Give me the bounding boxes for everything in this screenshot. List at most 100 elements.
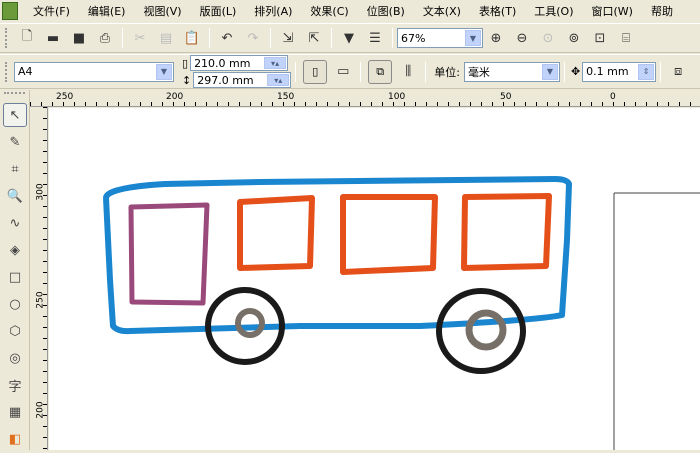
- application-launcher-icon[interactable]: ▼: [338, 27, 360, 49]
- bus-window: [128, 202, 210, 306]
- vertical-ruler[interactable]: 300 250 200: [30, 107, 48, 450]
- page-height-input[interactable]: 297.0 mm ▾▴: [193, 72, 292, 88]
- toolbox-grip[interactable]: [4, 92, 25, 100]
- all-pages-icon: ⧉: [376, 64, 385, 78]
- ruler-label: 50: [500, 92, 512, 102]
- new-icon[interactable]: 🗋: [16, 27, 38, 49]
- zoom-level-select[interactable]: 67% ▼: [397, 28, 483, 48]
- portrait-button[interactable]: ▯: [303, 59, 328, 84]
- divider: [660, 61, 662, 82]
- unit-value: 毫米: [467, 65, 490, 79]
- menu-layout[interactable]: 版面(L): [191, 3, 246, 19]
- ruler-ticks: [30, 102, 700, 106]
- current-page-button[interactable]: ⫼: [397, 61, 419, 83]
- zoom-width-icon[interactable]: ⌸: [615, 27, 637, 49]
- menu-bitmaps[interactable]: 位图(B): [358, 3, 414, 19]
- zoom-all-icon[interactable]: ⊚: [563, 27, 585, 49]
- menu-effects[interactable]: 效果(C): [301, 3, 357, 19]
- menu-arrange[interactable]: 排列(A): [245, 3, 301, 19]
- unit-select[interactable]: 毫米 ▼: [463, 61, 560, 82]
- divider: [563, 61, 565, 82]
- horizontal-ruler[interactable]: 250 200 150 100 50 0: [30, 90, 700, 107]
- menu-text[interactable]: 文本(X): [414, 3, 470, 19]
- page-dimensions: ▯ 210.0 mm ▾▴ ↕ 297.0 mm ▾▴: [182, 55, 292, 88]
- unit-label: 单位:: [434, 65, 460, 79]
- menu-view[interactable]: 视图(V): [134, 3, 190, 19]
- zoom-level-value: 67%: [401, 31, 426, 45]
- wheel-hub: [235, 308, 265, 338]
- ruler-label: 0: [610, 92, 616, 102]
- page-size-select[interactable]: A4 ▼: [14, 61, 174, 82]
- menu-table[interactable]: 表格(T): [470, 3, 525, 19]
- spinner-icon[interactable]: ⇕: [638, 63, 655, 80]
- app-icon[interactable]: [2, 2, 18, 20]
- chevron-down-icon[interactable]: ▼: [541, 63, 558, 80]
- menu-help[interactable]: 帮助: [642, 3, 682, 19]
- interactive-blend-tool-icon[interactable]: ◧: [3, 427, 27, 451]
- divider: [270, 28, 271, 48]
- zoom-in-icon[interactable]: ⊕: [485, 27, 507, 49]
- text-tool-icon[interactable]: 字: [3, 373, 27, 397]
- width-icon: ▯: [182, 56, 189, 70]
- height-icon: ↕: [182, 73, 192, 87]
- ruler-ticks: [43, 107, 47, 450]
- divider: [295, 61, 297, 82]
- spinner-icon[interactable]: ▾▴: [267, 74, 290, 86]
- import-icon[interactable]: ⇲: [277, 27, 299, 49]
- rectangle-tool-icon[interactable]: □: [3, 265, 27, 289]
- copy-icon[interactable]: ▤: [155, 27, 177, 49]
- toolbar-grip[interactable]: [5, 61, 9, 82]
- landscape-button[interactable]: ▭: [332, 61, 354, 83]
- undo-icon[interactable]: ↶: [216, 27, 238, 49]
- bus-wheel: [436, 288, 526, 374]
- shape-tool-icon[interactable]: ✎: [3, 130, 27, 154]
- menu-edit[interactable]: 编辑(E): [79, 3, 135, 19]
- smart-fill-tool-icon[interactable]: ◈: [3, 238, 27, 262]
- crop-tool-icon[interactable]: ⌗: [3, 157, 27, 181]
- wheel-hub: [465, 309, 507, 351]
- standard-toolbar: 🗋 ▬ ■ ⎙ ✂ ▤ 📋 ↶ ↷ ⇲ ⇱ ▼ ☰ 67% ▼ ⊕ ⊖ ⊙ ⊚ …: [0, 23, 700, 53]
- bus-window: [237, 195, 315, 271]
- polygon-tool-icon[interactable]: ⬡: [3, 319, 27, 343]
- bus-drawing: [103, 176, 700, 450]
- paste-icon[interactable]: 📋: [181, 27, 203, 49]
- page-width-input[interactable]: 210.0 mm ▾▴: [190, 55, 289, 71]
- chevron-down-icon[interactable]: ▼: [156, 63, 172, 80]
- toolbar-grip[interactable]: [5, 28, 9, 48]
- zoom-out-icon[interactable]: ⊖: [511, 27, 533, 49]
- zoom-page-icon[interactable]: ⊡: [589, 27, 611, 49]
- divider: [392, 28, 393, 48]
- redo-icon[interactable]: ↷: [242, 27, 264, 49]
- toolbox: ↖ ✎ ⌗ 🔍 ∿ ◈ □ ○ ⬡ ◎ 字 ▦ ◧: [0, 90, 30, 450]
- zoom-selected-icon[interactable]: ⊙: [537, 27, 559, 49]
- page-width-value: 210.0 mm: [194, 56, 251, 70]
- page-height-value: 297.0 mm: [197, 73, 254, 87]
- all-pages-button[interactable]: ⧉: [368, 59, 393, 84]
- menu-tools[interactable]: 工具(O): [525, 3, 582, 19]
- menu-window[interactable]: 窗口(W): [583, 3, 642, 19]
- divider: [360, 61, 362, 82]
- pick-tool-icon[interactable]: ↖: [3, 103, 27, 127]
- drawing-canvas[interactable]: [49, 108, 700, 450]
- divider: [209, 28, 210, 48]
- print-icon[interactable]: ⎙: [94, 27, 116, 49]
- options-icon[interactable]: ☰: [364, 27, 386, 49]
- basic-shapes-tool-icon[interactable]: ◎: [3, 346, 27, 370]
- freehand-tool-icon[interactable]: ∿: [3, 211, 27, 235]
- cut-icon[interactable]: ✂: [129, 27, 151, 49]
- chevron-down-icon[interactable]: ▼: [465, 30, 481, 46]
- table-tool-icon[interactable]: ▦: [3, 400, 27, 424]
- open-icon[interactable]: ▬: [42, 27, 64, 49]
- nudge-distance-input[interactable]: 0.1 mm ⇕: [582, 61, 657, 82]
- save-icon[interactable]: ■: [68, 27, 90, 49]
- menu-bar: 文件(F) 编辑(E) 视图(V) 版面(L) 排列(A) 效果(C) 位图(B…: [0, 0, 700, 22]
- menu-file[interactable]: 文件(F): [24, 3, 79, 19]
- ruler-label: 100: [388, 92, 406, 102]
- ellipse-tool-icon[interactable]: ○: [3, 292, 27, 316]
- ruler-label: 250: [56, 92, 74, 102]
- duplicate-distance-icon[interactable]: ⧈: [667, 61, 689, 83]
- export-icon[interactable]: ⇱: [303, 27, 325, 49]
- spinner-icon[interactable]: ▾▴: [264, 57, 287, 69]
- divider: [331, 28, 332, 48]
- zoom-tool-icon[interactable]: 🔍: [3, 184, 27, 208]
